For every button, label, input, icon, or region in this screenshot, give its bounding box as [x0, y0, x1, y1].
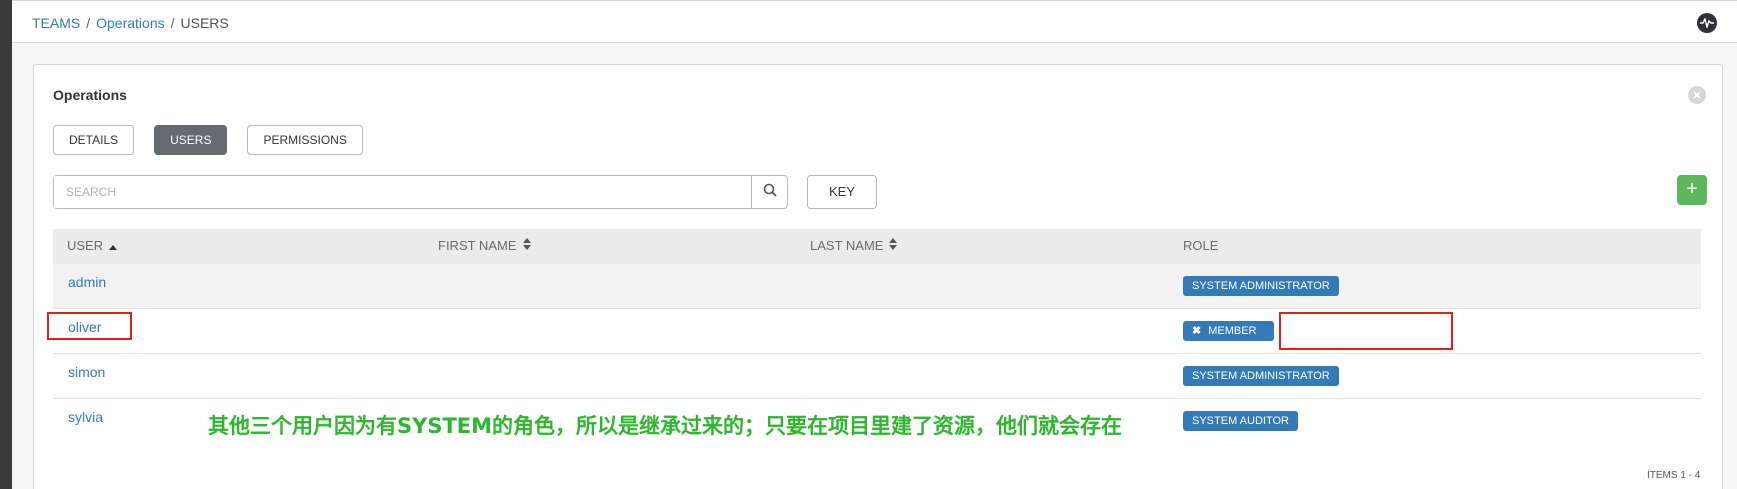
close-icon[interactable] [1688, 86, 1706, 104]
table-row: admin SYSTEM ADMINISTRATOR [53, 264, 1701, 309]
breadcrumb-teams-link[interactable]: TEAMS [32, 15, 80, 31]
search-button[interactable] [751, 176, 787, 208]
column-label: ROLE [1183, 238, 1219, 253]
column-header-last-name[interactable]: LAST NAME [810, 238, 898, 253]
role-label: SYSTEM ADMINISTRATOR [1192, 370, 1330, 382]
table-header: USER FIRST NAME LAST NAME ROLE [53, 229, 1701, 264]
role-badge: SYSTEM ADMINISTRATOR [1183, 366, 1339, 386]
user-link-simon[interactable]: simon [68, 364, 105, 380]
tab-details[interactable]: DETAILS [53, 125, 135, 155]
column-header-role: ROLE [1183, 238, 1218, 253]
tab-permissions[interactable]: PERMISSIONS [247, 125, 363, 155]
tab-users[interactable]: USERS [154, 125, 228, 155]
role-badge: ✖ MEMBER [1183, 321, 1274, 341]
column-label: LAST NAME [810, 238, 884, 253]
add-user-button[interactable]: + [1677, 175, 1707, 205]
breadcrumb-current: USERS [180, 15, 229, 31]
panel-title: Operations [53, 87, 127, 103]
role-label: SYSTEM AUDITOR [1192, 415, 1289, 427]
remove-role-icon[interactable]: ✖ [1192, 321, 1201, 341]
breadcrumb-bar: TEAMS / Operations / USERS [12, 0, 1737, 43]
highlight-box-role [1279, 312, 1453, 350]
column-header-first-name[interactable]: FIRST NAME [438, 238, 531, 253]
role-badge: SYSTEM AUDITOR [1183, 411, 1298, 431]
annotation-note: 其他三个用户因为有SYSTEM的角色，所以是继承过来的；只要在项目里建了资源，他… [208, 414, 1123, 438]
sort-asc-icon [109, 238, 118, 253]
search-input[interactable] [54, 176, 751, 208]
column-header-user[interactable]: USER [67, 238, 118, 253]
left-nav-rail [0, 0, 12, 489]
user-link-admin[interactable]: admin [68, 274, 106, 290]
items-count: ITEMS 1 - 4 [1647, 470, 1701, 481]
breadcrumb-team-link[interactable]: Operations [96, 15, 164, 31]
column-label: FIRST NAME [438, 238, 517, 253]
table-row: simon SYSTEM ADMINISTRATOR [53, 354, 1701, 399]
key-button[interactable]: KEY [807, 175, 877, 209]
breadcrumb-separator: / [170, 15, 175, 31]
role-label: SYSTEM ADMINISTRATOR [1192, 280, 1330, 292]
sort-icon [889, 238, 898, 253]
role-label: MEMBER [1208, 325, 1257, 337]
column-label: USER [67, 238, 104, 253]
breadcrumb: TEAMS / Operations / USERS [32, 15, 229, 31]
user-link-sylvia[interactable]: sylvia [68, 409, 103, 425]
breadcrumb-separator: / [86, 15, 91, 31]
search-icon [763, 183, 777, 202]
search-box [53, 175, 788, 209]
sort-icon [522, 238, 531, 253]
role-badge: SYSTEM ADMINISTRATOR [1183, 276, 1339, 296]
table-row: oliver ✖ MEMBER [53, 309, 1701, 354]
highlight-box-user [47, 312, 132, 340]
activity-stream-icon[interactable] [1697, 13, 1717, 33]
tab-bar: DETAILS USERS PERMISSIONS [53, 125, 363, 155]
